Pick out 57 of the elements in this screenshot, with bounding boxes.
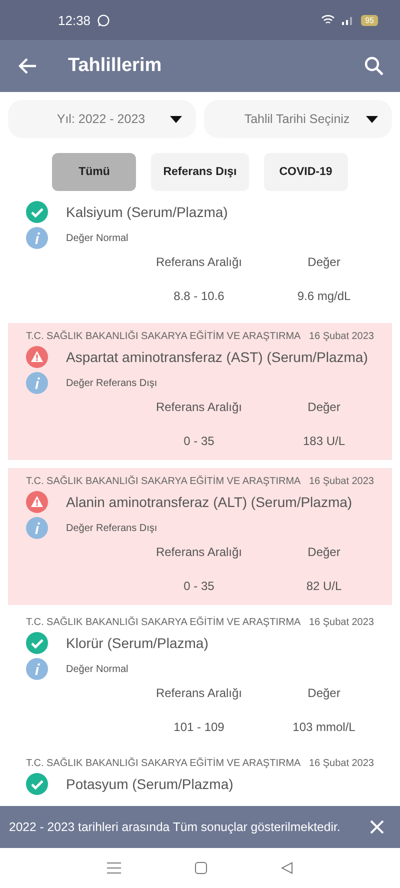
warning-icon xyxy=(26,346,48,368)
test-name: Klorür (Serum/Plazma) xyxy=(66,635,208,651)
column-label: Değer xyxy=(308,400,340,414)
reference-range: 0 - 35 xyxy=(184,579,214,593)
filter-tab[interactable]: Tümü xyxy=(52,153,136,191)
column-label: Değer xyxy=(308,686,340,700)
status-time: 12:38 xyxy=(58,12,91,28)
page-title: Tahlillerim xyxy=(68,55,162,77)
column-label: Referans Aralığı xyxy=(156,686,242,700)
chat-icon xyxy=(96,14,110,26)
check-icon xyxy=(26,773,48,795)
column-label: Referans Aralığı xyxy=(156,400,242,414)
result-status: Değer Referans Dışı xyxy=(66,522,158,534)
institution-name: T.C. SAĞLIK BAKANLIĞI SAKARYA EĞİTİM VE ARAŞTIRMA xyxy=(26,476,301,487)
result-value: 103 mmol/L xyxy=(292,720,356,734)
result-status: Değer Referans Dışı xyxy=(66,378,158,388)
close-icon[interactable] xyxy=(370,820,384,834)
result-status: Değer Normal xyxy=(66,664,128,674)
result-date: 16 Şubat 2023 xyxy=(308,476,374,487)
result-date: 16 Şubat 2023 xyxy=(308,758,374,769)
warning-icon xyxy=(26,491,48,513)
home-icon[interactable] xyxy=(195,862,207,874)
column-label: Değer xyxy=(308,255,340,269)
dropdown[interactable]: Tahlil Tarihi Seçiniz xyxy=(204,100,392,138)
wifi-icon xyxy=(321,14,336,26)
institution-name: T.C. SAĞLIK BAKANLIĞI SAKARYA EĞİTİM VE ARAŞTIRMA xyxy=(26,331,301,342)
filter-tab[interactable]: COVID-19 xyxy=(264,153,348,191)
caret-icon xyxy=(366,116,378,122)
search-icon[interactable] xyxy=(364,56,384,76)
reference-range: 8.8 - 10.6 xyxy=(174,289,224,303)
test-name: Aspartat aminotransferaz (AST) (Serum/Plazma) xyxy=(66,349,368,365)
result-date: 16 Şubat 2023 xyxy=(308,617,374,628)
institution-name: T.C. SAĞLIK BAKANLIĞI SAKARYA EĞİTİM VE ARAŞTIRMA xyxy=(26,617,301,628)
result-value: 183 U/L xyxy=(302,434,346,448)
test-name: Kalsiyum (Serum/Plazma) xyxy=(66,204,228,220)
column-label: Değer xyxy=(308,545,340,559)
check-icon xyxy=(26,632,48,654)
menu-icon[interactable] xyxy=(107,862,121,874)
dropdown[interactable]: Yıl: 2022 - 2023 xyxy=(8,100,196,138)
battery-level: 95 xyxy=(361,14,378,26)
result-status: Değer Normal xyxy=(66,232,128,244)
institution-name: T.C. SAĞLIK BAKANLIĞI SAKARYA EĞİTİM VE ARAŞTIRMA xyxy=(26,758,301,769)
result-date: 16 Şubat 2023 xyxy=(308,331,374,342)
result-value: 82 U/L xyxy=(306,579,342,593)
result-value: 9.6 mg/dL xyxy=(297,289,351,303)
filter-tab[interactable]: Referans Dışı xyxy=(151,153,249,191)
snackbar-message: 2022 - 2023 tarihleri arasında Tüm sonuçlar gösterilmektedir. xyxy=(9,820,340,834)
column-label: Referans Aralığı xyxy=(156,545,242,559)
column-label: Referans Aralığı xyxy=(156,255,242,269)
reference-range: 0 - 35 xyxy=(184,434,214,448)
reference-range: 101 - 109 xyxy=(174,720,224,734)
test-name: Potasyum (Serum/Plazma) xyxy=(66,776,234,792)
test-name: Alanin aminotransferaz (ALT) (Serum/Plazma) xyxy=(66,494,352,510)
back-arrow-icon[interactable] xyxy=(18,56,38,76)
back-icon[interactable] xyxy=(281,862,293,874)
check-icon xyxy=(26,201,48,223)
caret-icon xyxy=(170,116,182,122)
